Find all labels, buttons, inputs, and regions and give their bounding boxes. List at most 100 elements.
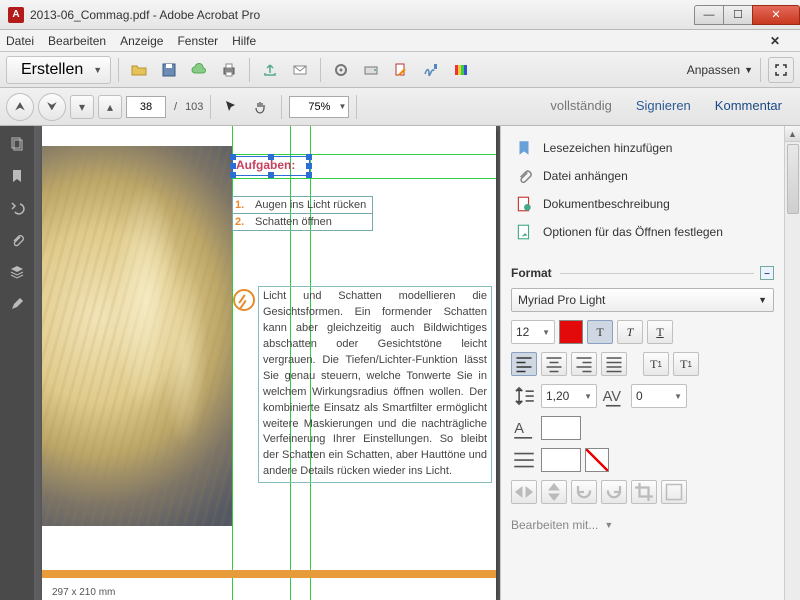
share-button[interactable] [257,57,283,83]
size-value: 12 [516,325,529,339]
scan-button[interactable] [358,57,384,83]
scroll-up-button[interactable]: ▲ [785,126,800,142]
open-options-action[interactable]: Optionen für das Öffnen festlegen [511,218,774,246]
text-color-swatch[interactable] [559,320,583,344]
sign-tool-button[interactable] [418,57,444,83]
replace-button[interactable] [661,480,687,504]
page-number-input[interactable]: 38 [126,96,166,118]
doc-description-action[interactable]: Dokumentbeschreibung [511,190,774,218]
zoom-input[interactable]: 75% ▼ [289,96,349,118]
close-button[interactable]: ✕ [752,5,800,25]
undo-tab[interactable] [7,198,27,218]
font-size-input[interactable]: 12▼ [511,320,555,344]
list-item[interactable]: 1.Augen ins Licht rücken [232,196,373,214]
attachments-tab[interactable] [7,230,27,250]
kerning-icon: AV [601,383,627,409]
selected-heading[interactable]: Aufgaben: [236,158,295,172]
menu-datei[interactable]: Datei [6,34,34,48]
save-button[interactable] [156,57,182,83]
add-bookmark-action[interactable]: Lesezeichen hinzufügen [511,134,774,162]
tracking-input[interactable]: 0▼ [631,384,687,408]
fullscreen-button[interactable] [768,57,794,83]
hand-tool[interactable] [248,94,274,120]
mode-comment[interactable]: Kommentar [703,92,794,121]
open-button[interactable] [126,57,152,83]
page-up-button[interactable]: ▾ [70,95,94,119]
layers-tab[interactable] [7,262,27,282]
underline-button[interactable]: T [647,320,673,344]
flip-h-button[interactable] [511,480,537,504]
body-text-box[interactable]: Licht und Schatten modellieren die Gesic… [258,286,492,483]
subscript-button[interactable]: T1 [673,352,699,376]
menu-fenster[interactable]: Fenster [177,34,218,48]
page-image [42,146,232,526]
line-spacing-input[interactable]: 1,20▼ [541,384,597,408]
prev-page-button[interactable]: ⮝ [6,93,34,121]
resize-handle[interactable] [268,172,274,178]
mode-links: vollständig Signieren Kommentar [538,92,794,121]
regular-style-button[interactable]: T [587,320,613,344]
panel-scrollbar[interactable]: ▲ [784,126,800,600]
italic-button[interactable]: T [617,320,643,344]
menu-anzeige[interactable]: Anzeige [120,34,163,48]
align-left-button[interactable] [511,352,537,376]
page-down-button[interactable]: ▴ [98,95,122,119]
floppy-icon [161,62,177,78]
doc-close-button[interactable]: ✕ [770,34,780,48]
attach-file-action[interactable]: Datei anhängen [511,162,774,190]
font-family-select[interactable]: Myriad Pro Light▼ [511,288,774,312]
edit-pdf-button[interactable] [388,57,414,83]
minimize-button[interactable]: — [694,5,724,25]
document-info-icon [515,195,533,213]
list-item[interactable]: 2.Schatten öffnen [232,214,373,231]
fill-color-swatch[interactable] [541,416,581,440]
next-page-button[interactable]: ⮟ [38,93,66,121]
create-button[interactable]: Erstellen ▼ [6,56,111,84]
format-section: Format– Myriad Pro Light▼ 12▼ T T T [501,254,784,538]
paperclip-icon [515,167,533,185]
format-header[interactable]: Format– [511,266,774,280]
maximize-button[interactable]: ☐ [723,5,753,25]
collapse-button[interactable]: – [760,266,774,280]
email-button[interactable] [287,57,313,83]
rotate-cw-icon [602,480,626,504]
signatures-tab[interactable] [7,294,27,314]
printer-icon [221,62,237,78]
scroll-thumb[interactable] [787,144,799,214]
resize-handle[interactable] [306,154,312,160]
menu-hilfe[interactable]: Hilfe [232,34,256,48]
align-center-button[interactable] [541,352,567,376]
mode-sign[interactable]: Signieren [624,92,703,121]
bookmarks-tab[interactable] [7,166,27,186]
cursor-icon [223,99,239,115]
edit-with-dropdown[interactable]: Bearbeiten mit...▼ [511,518,774,532]
chevron-down-icon: ▼ [339,102,347,111]
rotate-cw-button[interactable] [601,480,627,504]
resize-handle[interactable] [230,172,236,178]
paperclip-icon [9,232,25,248]
document-viewport[interactable]: Aufgaben: 1.Augen ins Licht rücken 2.Sch… [34,126,500,600]
resize-handle[interactable] [306,172,312,178]
flip-v-button[interactable] [541,480,567,504]
print-button[interactable] [216,57,242,83]
select-tool[interactable] [218,94,244,120]
thumbnails-tab[interactable] [7,134,27,154]
superscript-button[interactable]: T1 [643,352,669,376]
layers-icon [9,264,25,280]
align-right-button[interactable] [571,352,597,376]
chevron-down-icon: ▼ [758,295,767,305]
export-button[interactable] [328,57,354,83]
left-nav-rail [0,126,34,600]
mode-full[interactable]: vollständig [538,92,623,121]
color-button[interactable] [448,57,474,83]
customize-toolbar[interactable]: Anpassen ▼ [687,63,753,77]
menu-bearbeiten[interactable]: Bearbeiten [48,34,106,48]
no-stroke-swatch[interactable] [585,448,609,472]
align-justify-button[interactable] [601,352,627,376]
rotate-ccw-button[interactable] [571,480,597,504]
resize-handle[interactable] [306,163,312,169]
crop-button[interactable] [631,480,657,504]
cloud-button[interactable] [186,57,212,83]
scanner-icon [363,62,379,78]
stroke-color-swatch[interactable] [541,448,581,472]
